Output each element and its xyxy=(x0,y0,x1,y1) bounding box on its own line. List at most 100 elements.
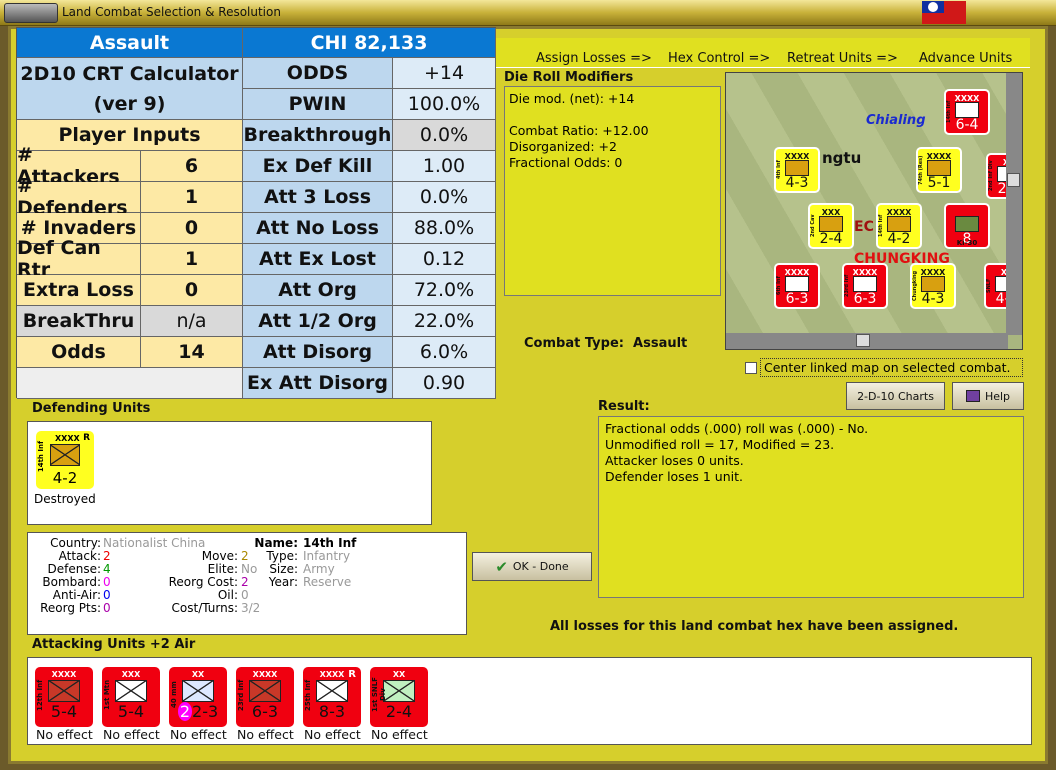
unit-symbol-icon xyxy=(887,216,911,232)
unit-symbol-icon xyxy=(853,276,877,292)
unit-size: XXXX xyxy=(784,268,810,277)
crt-output-value: 0.12 xyxy=(393,244,496,275)
map-unit-counter[interactable]: 2nd Cav XXX 2-4 xyxy=(808,203,854,249)
unit-name: 2nd Inf Div xyxy=(988,160,994,192)
unit-name: 1st SNLF Div xyxy=(371,677,387,713)
crt-output-value: +14 xyxy=(393,58,496,89)
attacking-unit-counter[interactable]: 1st SNLF Div XX 2-4 xyxy=(370,667,428,727)
crt-output-label: Att Disorg xyxy=(243,337,393,368)
unit-status: No effect xyxy=(170,727,227,742)
unit-symbol-icon xyxy=(316,680,348,702)
unit-status: No effect xyxy=(304,727,361,742)
defending-units-list: XXXX R 14th Inf 4-2 Destroyed xyxy=(27,421,432,525)
help-button[interactable]: Help xyxy=(952,382,1024,410)
center-linked-label[interactable]: Center linked map on selected combat. xyxy=(760,358,1023,377)
linked-map[interactable]: Chialing ngtu EC CHUNGKING 14th Inf XXXX 6… xyxy=(725,72,1023,350)
phase-retreat-units[interactable]: Retreat Units => xyxy=(787,51,898,66)
crt-input-value[interactable]: 0 xyxy=(141,213,243,244)
crt-input-value[interactable]: 1 xyxy=(141,244,243,275)
defending-unit-counter[interactable]: XXXX R 14th Inf 4-2 xyxy=(36,431,94,489)
unit-name: 25th Inf xyxy=(304,679,312,711)
crt-input-value[interactable]: 1 xyxy=(141,182,243,213)
map-unit-counter[interactable]: Ki-30 8 xyxy=(944,203,990,249)
crt-input-label: Odds xyxy=(17,337,141,368)
unit-strength-value: 6-3 xyxy=(251,702,279,721)
unit-strength: 4-3 xyxy=(785,175,809,191)
crt-header-left: Assault xyxy=(17,28,243,58)
center-linked-checkbox[interactable] xyxy=(745,362,757,374)
attacking-unit-counter[interactable]: 23rd Inf XXXX 6-3 xyxy=(236,667,294,727)
map-unit-counter[interactable]: 6th Inf XXXX 6-3 xyxy=(774,263,820,309)
crt-output-value: 1.00 xyxy=(393,151,496,182)
attacking-unit-counter[interactable]: 1st Mtn XXX 5-4 xyxy=(102,667,160,727)
crt-output-label: PWIN xyxy=(243,89,393,120)
crt-empty-cell xyxy=(17,368,243,399)
unit-size: XXXX xyxy=(926,152,952,161)
unit-size: XXXX xyxy=(852,268,878,277)
unit-name: 2nd Cav xyxy=(810,214,816,238)
map-unit-counter[interactable]: Chungking XXXX 4-3 xyxy=(910,263,956,309)
attacking-unit-counter[interactable]: 25th Inf XXXX R 8-3 xyxy=(303,667,361,727)
attacking-unit-counter[interactable]: 40 mm XX 2 2-3 xyxy=(169,667,227,727)
reserve-flag: R xyxy=(348,669,356,680)
crt-input-value[interactable]: n/a xyxy=(141,306,243,337)
map-unit-counter[interactable]: 4th Inf XXXX 4-3 xyxy=(774,147,820,193)
unit-size: XXXX xyxy=(886,208,912,217)
crt-output-label: Att Ex Lost xyxy=(243,244,393,275)
crt-output-value: 0.0% xyxy=(393,120,496,151)
crt-title-2: (ver 9) xyxy=(17,89,243,120)
die-line: Combat Ratio: +12.00 xyxy=(509,123,649,138)
unit-status: No effect xyxy=(237,727,294,742)
unit-name: 23rd Inf xyxy=(844,274,850,298)
map-vertical-scrollbar[interactable] xyxy=(1006,73,1022,335)
crt-input-label: Extra Loss xyxy=(17,275,141,306)
defending-units-label: Defending Units xyxy=(32,401,151,416)
crt-output-label: Att Org xyxy=(243,275,393,306)
unit-size: XXXX xyxy=(954,94,980,103)
map-unit-counter[interactable]: 14th Inf XXXX 6-4 xyxy=(944,89,990,135)
unit-size: XXX xyxy=(821,208,841,217)
map-horizontal-scrollbar[interactable] xyxy=(726,333,1008,349)
combat-type-label: Combat Type: xyxy=(524,336,624,351)
unit-size: XXXX xyxy=(784,152,810,161)
ok-done-button[interactable]: ✔ OK - Done xyxy=(472,552,592,581)
unit-size xyxy=(946,207,988,215)
help-book-icon xyxy=(965,390,980,402)
infantry-symbol-icon xyxy=(50,444,80,466)
unit-size: XXXX xyxy=(920,268,946,277)
unit-symbol-icon xyxy=(921,276,945,292)
phase-assign-losses[interactable]: Assign Losses => xyxy=(536,51,652,66)
result-line: Attacker loses 0 units. xyxy=(605,453,744,468)
unit-name: 6th Inf xyxy=(776,276,782,296)
attacking-units-label: Attacking Units +2 Air xyxy=(32,637,196,652)
window-menu-button[interactable] xyxy=(4,3,58,23)
unit-strength: 4-2 xyxy=(887,231,911,247)
crt-output-value: 100.0% xyxy=(393,89,496,120)
unit-name: 14th Inf xyxy=(37,441,45,473)
window-title: Land Combat Selection & Resolution xyxy=(62,5,281,19)
map-unit-counter[interactable]: 23rd Inf XXXX 6-3 xyxy=(842,263,888,309)
phase-hex-control[interactable]: Hex Control => xyxy=(668,51,770,66)
result-line: Defender loses 1 unit. xyxy=(605,469,743,484)
unit-strength: 5-1 xyxy=(927,175,951,191)
crt-input-value[interactable]: 14 xyxy=(141,337,243,368)
crt-input-value[interactable]: 6 xyxy=(141,151,243,182)
map-unit-counter[interactable]: 74th (Res) XXXX 5-1 xyxy=(916,147,962,193)
crt-output-value: 88.0% xyxy=(393,213,496,244)
charts-button[interactable]: 2-D-10 Charts xyxy=(846,382,945,410)
attacking-unit-counter[interactable]: 12th Inf XXXX 5-4 xyxy=(35,667,93,727)
die-line: Die mod. (net): +14 xyxy=(509,91,635,106)
crt-input-value[interactable]: 0 xyxy=(141,275,243,306)
unit-status: No effect xyxy=(103,727,160,742)
crt-calculator: Assault CHI 82,133 2D10 CRT Calculator (… xyxy=(16,27,496,399)
unit-name: 12th Inf xyxy=(36,679,44,711)
checkmark-icon: ✔ xyxy=(495,557,508,576)
crt-output-value: 22.0% xyxy=(393,306,496,337)
map-unit-counter[interactable]: 14th Inf XXXX 4-2 xyxy=(876,203,922,249)
unit-badge: 2 xyxy=(177,702,193,721)
phase-advance-units[interactable]: Advance Units xyxy=(919,51,1012,66)
crt-output-label: Ex Att Disorg xyxy=(243,368,393,399)
unit-name: 74th (Res) xyxy=(918,155,924,185)
unit-symbol-icon xyxy=(819,216,843,232)
die-line: Disorganized: +2 xyxy=(509,139,617,154)
